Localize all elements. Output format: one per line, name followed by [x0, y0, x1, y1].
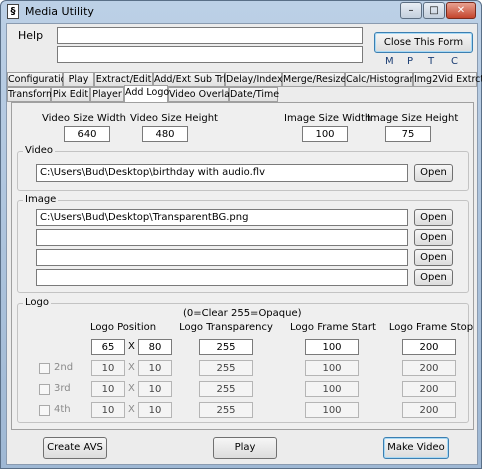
image-open-button-3[interactable]: Open [414, 249, 453, 266]
close-window-button[interactable]: ✕ [446, 2, 476, 19]
tab-img2vid-extrct[interactable]: Img2Vid Extrct [413, 72, 482, 87]
mptc-m: M [385, 56, 394, 67]
logo2-y-field[interactable]: 10 [138, 360, 172, 376]
col-logo-frame-start: Logo Frame Start [290, 322, 376, 333]
col-logo-frame-stop: Logo Frame Stop [388, 322, 474, 333]
logo3-checkbox[interactable] [39, 384, 50, 395]
tab-delay-index[interactable]: Delay/Index [225, 72, 283, 87]
video-height-label: Video Size Height [130, 113, 218, 124]
minimize-button[interactable]: – [400, 2, 422, 19]
image-height-field[interactable]: 75 [385, 126, 431, 142]
title-bar[interactable]: § Media Utility – □ ✕ [1, 1, 481, 23]
logo4-label: 4th [54, 404, 71, 415]
image-path-field-1[interactable]: C:\Users\Bud\Desktop\TransparentBG.png [36, 209, 408, 226]
tab-video-overlay[interactable]: Video Overlay [168, 87, 236, 102]
tab-merge-resize[interactable]: Merge/Resize [282, 72, 346, 87]
image-path-field-4[interactable] [36, 269, 408, 286]
logo4-frame-stop-field[interactable]: 200 [402, 402, 456, 418]
image-open-button-1[interactable]: Open [414, 209, 453, 226]
video-group-title: Video [23, 145, 56, 156]
create-avs-button[interactable]: Create AVS [43, 437, 107, 459]
mptc-c: C [451, 56, 458, 67]
video-path-field[interactable]: C:\Users\Bud\Desktop\birthday with audio… [36, 164, 408, 182]
image-group: Image C:\Users\Bud\Desktop\TransparentBG… [17, 194, 469, 293]
logo3-x-field[interactable]: 10 [91, 381, 125, 397]
logo3-frame-start-field[interactable]: 100 [305, 381, 359, 397]
tab-pix-edit[interactable]: Pix Edit [51, 87, 90, 102]
logo1-frame-stop-field[interactable]: 200 [402, 339, 456, 355]
second-text-field[interactable] [57, 46, 363, 63]
logo-group-title: Logo [23, 297, 51, 308]
logo3-y-field[interactable]: 10 [138, 381, 172, 397]
client-area: Help Close This Form M P T C Configurati… [6, 23, 482, 465]
tab-calc-histogram[interactable]: Calc/Histogram [345, 72, 419, 87]
logo4-checkbox[interactable] [39, 405, 50, 416]
image-path-field-3[interactable] [36, 249, 408, 266]
window-title: Media Utility [25, 5, 94, 18]
video-width-label: Video Size Width [42, 113, 126, 124]
logo1-y-field[interactable]: 80 [138, 339, 172, 355]
logo2-label: 2nd [54, 362, 74, 373]
logo1-transparency-field[interactable]: 255 [199, 339, 253, 355]
logo2-frame-start-field[interactable]: 100 [305, 360, 359, 376]
logo1-x-sep: X [128, 341, 135, 352]
video-height-field[interactable]: 480 [142, 126, 188, 142]
logo2-x-sep: X [128, 362, 135, 373]
video-width-field[interactable]: 640 [64, 126, 110, 142]
transparency-hint: (0=Clear 255=Opaque) [183, 308, 302, 319]
logo1-frame-start-field[interactable]: 100 [305, 339, 359, 355]
tab-play[interactable]: Play [63, 72, 94, 87]
logo-group: Logo (0=Clear 255=Opaque) Logo Position … [17, 297, 473, 423]
app-icon: § [7, 4, 19, 19]
play-button[interactable]: Play [213, 437, 277, 459]
menu-help[interactable]: Help [11, 28, 55, 44]
logo4-x-sep: X [128, 404, 135, 415]
logo4-x-field[interactable]: 10 [91, 402, 125, 418]
logo2-frame-stop-field[interactable]: 200 [402, 360, 456, 376]
tab-add-logo[interactable]: Add Logo [124, 85, 169, 102]
col-logo-position: Logo Position [89, 322, 157, 333]
col-logo-transparency: Logo Transparency [179, 322, 273, 333]
logo4-frame-start-field[interactable]: 100 [305, 402, 359, 418]
top-text-field[interactable] [57, 27, 363, 44]
add-logo-panel: Video Size Width 640 Video Size Height 4… [11, 102, 474, 430]
video-open-button[interactable]: Open [414, 164, 453, 182]
close-form-button[interactable]: Close This Form [374, 32, 473, 53]
make-video-button[interactable]: Make Video [383, 437, 449, 459]
logo4-y-field[interactable]: 10 [138, 402, 172, 418]
image-width-field[interactable]: 100 [302, 126, 348, 142]
image-open-button-2[interactable]: Open [414, 229, 453, 246]
tab-transform[interactable]: Transform [7, 87, 55, 102]
maximize-button[interactable]: □ [423, 2, 445, 19]
logo3-transparency-field[interactable]: 255 [199, 381, 253, 397]
logo2-transparency-field[interactable]: 255 [199, 360, 253, 376]
video-group: Video C:\Users\Bud\Desktop\birthday with… [17, 145, 469, 191]
image-height-label: Image Size Height [367, 113, 459, 124]
image-width-label: Image Size Width [284, 113, 372, 124]
logo3-label: 3rd [54, 383, 71, 394]
mptc-t: T [428, 56, 435, 67]
tab-configuration[interactable]: Configuration [7, 72, 72, 87]
image-path-field-2[interactable] [36, 229, 408, 246]
image-group-title: Image [23, 194, 59, 205]
image-open-button-4[interactable]: Open [414, 269, 453, 286]
tab-player[interactable]: Player [90, 87, 124, 102]
main-window: § Media Utility – □ ✕ Help Close This Fo… [0, 0, 482, 469]
logo2-checkbox[interactable] [39, 363, 50, 374]
logo2-x-field[interactable]: 10 [91, 360, 125, 376]
tab-date-time[interactable]: Date/Time [229, 87, 279, 102]
mptc-p: P [407, 56, 414, 67]
logo4-transparency-field[interactable]: 255 [199, 402, 253, 418]
logo3-x-sep: X [128, 383, 135, 394]
logo3-frame-stop-field[interactable]: 200 [402, 381, 456, 397]
logo1-x-field[interactable]: 65 [91, 339, 125, 355]
